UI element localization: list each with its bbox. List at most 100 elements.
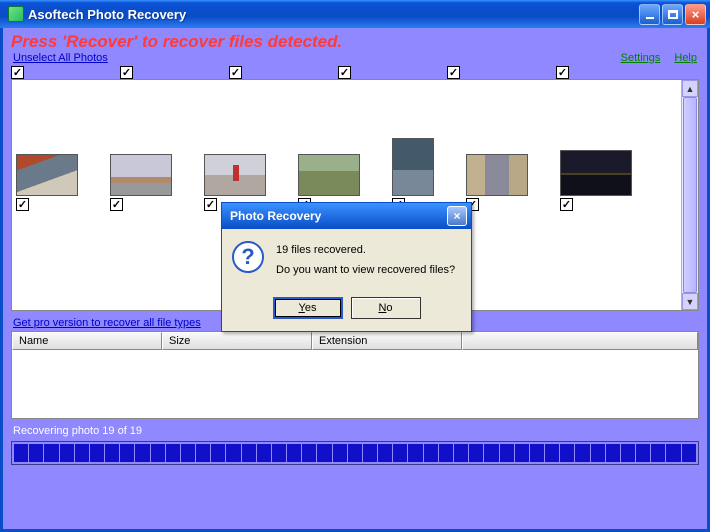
progress-segment	[469, 444, 483, 462]
column-header-name[interactable]: Name	[12, 332, 162, 350]
progress-segment	[454, 444, 468, 462]
help-link[interactable]: Help	[674, 52, 697, 64]
question-icon: ?	[232, 241, 264, 273]
progress-segment	[560, 444, 574, 462]
confirmation-dialog: Photo Recovery × ? 19 files recovered. D…	[221, 202, 472, 332]
thumbnail-image	[392, 138, 434, 196]
progress-segment	[333, 444, 347, 462]
thumbnail-item[interactable]: ✓	[560, 130, 632, 211]
table-header-row: Name Size Extension	[12, 332, 698, 350]
yes-button[interactable]: Yes	[273, 297, 343, 319]
thumbnail-checkbox[interactable]: ✓	[204, 198, 217, 211]
header-checkbox[interactable]: ✓	[338, 66, 351, 79]
thumbnail-checkbox[interactable]: ✓	[16, 198, 29, 211]
dialog-title: Photo Recovery	[226, 209, 447, 223]
progress-segment	[105, 444, 119, 462]
thumbnail-item[interactable]: ✓	[466, 154, 528, 211]
vertical-scrollbar[interactable]: ▲ ▼	[681, 80, 698, 310]
progress-segment	[621, 444, 635, 462]
window-title: Asoftech Photo Recovery	[28, 7, 637, 22]
window-titlebar: Asoftech Photo Recovery ×	[0, 0, 710, 28]
progress-segment	[14, 444, 28, 462]
thumbnail-item[interactable]: ✓	[110, 154, 172, 211]
progress-segment	[606, 444, 620, 462]
progress-segment	[363, 444, 377, 462]
file-table: Name Size Extension	[11, 331, 699, 419]
progress-segment	[60, 444, 74, 462]
thumbnail-image	[560, 150, 632, 196]
progress-segment	[378, 444, 392, 462]
progress-segment	[211, 444, 225, 462]
close-button[interactable]: ×	[685, 4, 706, 25]
progress-segment	[545, 444, 559, 462]
progress-segment	[151, 444, 165, 462]
progress-segment	[75, 444, 89, 462]
progress-segment	[120, 444, 134, 462]
thumbnail-checkbox[interactable]: ✓	[560, 198, 573, 211]
thumbnail-image	[16, 154, 78, 196]
progress-segment	[302, 444, 316, 462]
dialog-line1: 19 files recovered.	[276, 241, 455, 261]
scroll-up-arrow[interactable]: ▲	[682, 80, 698, 97]
column-header-blank[interactable]	[462, 332, 698, 350]
thumbnail-item[interactable]: ✓	[16, 154, 78, 211]
progress-segment	[29, 444, 43, 462]
header-checkbox[interactable]: ✓	[11, 66, 24, 79]
progress-segment	[44, 444, 58, 462]
thumbnail-checkbox[interactable]: ✓	[110, 198, 123, 211]
pro-version-link[interactable]: Get pro version to recover all file type…	[13, 317, 201, 329]
header-checkbox[interactable]: ✓	[447, 66, 460, 79]
progress-segment	[484, 444, 498, 462]
scroll-down-arrow[interactable]: ▼	[682, 293, 698, 310]
progress-segment	[636, 444, 650, 462]
progress-segment	[530, 444, 544, 462]
progress-segment	[348, 444, 362, 462]
maximize-button[interactable]	[662, 4, 683, 25]
progress-segment	[424, 444, 438, 462]
thumbnail-image	[110, 154, 172, 196]
progress-segment	[181, 444, 195, 462]
progress-segment	[287, 444, 301, 462]
app-icon	[8, 6, 24, 22]
progress-segment	[393, 444, 407, 462]
progress-segment	[666, 444, 680, 462]
progress-segment	[226, 444, 240, 462]
dialog-close-button[interactable]: ×	[447, 206, 467, 226]
progress-segment	[575, 444, 589, 462]
settings-link[interactable]: Settings	[621, 52, 661, 64]
progress-segment	[135, 444, 149, 462]
instruction-banner: Press 'Recover' to recover files detecte…	[3, 28, 707, 52]
progress-segment	[242, 444, 256, 462]
progress-segment	[317, 444, 331, 462]
status-text: Recovering photo 19 of 19	[3, 419, 707, 441]
progress-segment	[651, 444, 665, 462]
header-checkbox-row: ✓ ✓ ✓ ✓ ✓ ✓	[3, 64, 707, 79]
thumbnail-image	[466, 154, 528, 196]
progress-segment	[90, 444, 104, 462]
thumbnail-image	[204, 154, 266, 196]
column-header-size[interactable]: Size	[162, 332, 312, 350]
unselect-all-link[interactable]: Unselect All Photos	[13, 52, 108, 64]
progress-segment	[515, 444, 529, 462]
progress-segment	[408, 444, 422, 462]
dialog-line2: Do you want to view recovered files?	[276, 261, 455, 281]
thumbnail-item[interactable]: ✓	[392, 138, 434, 211]
progress-segment	[591, 444, 605, 462]
progress-bar	[11, 441, 699, 465]
dialog-titlebar: Photo Recovery ×	[222, 203, 471, 229]
progress-segment	[272, 444, 286, 462]
minimize-button[interactable]	[639, 4, 660, 25]
header-checkbox[interactable]: ✓	[556, 66, 569, 79]
column-header-extension[interactable]: Extension	[312, 332, 462, 350]
scroll-thumb[interactable]	[683, 97, 697, 293]
progress-segment	[682, 444, 696, 462]
progress-segment	[500, 444, 514, 462]
thumbnail-image	[298, 154, 360, 196]
header-checkbox[interactable]: ✓	[229, 66, 242, 79]
header-checkbox[interactable]: ✓	[120, 66, 133, 79]
progress-segment	[166, 444, 180, 462]
progress-segment	[257, 444, 271, 462]
no-button[interactable]: No	[351, 297, 421, 319]
progress-segment	[196, 444, 210, 462]
dialog-message: 19 files recovered. Do you want to view …	[276, 241, 455, 281]
